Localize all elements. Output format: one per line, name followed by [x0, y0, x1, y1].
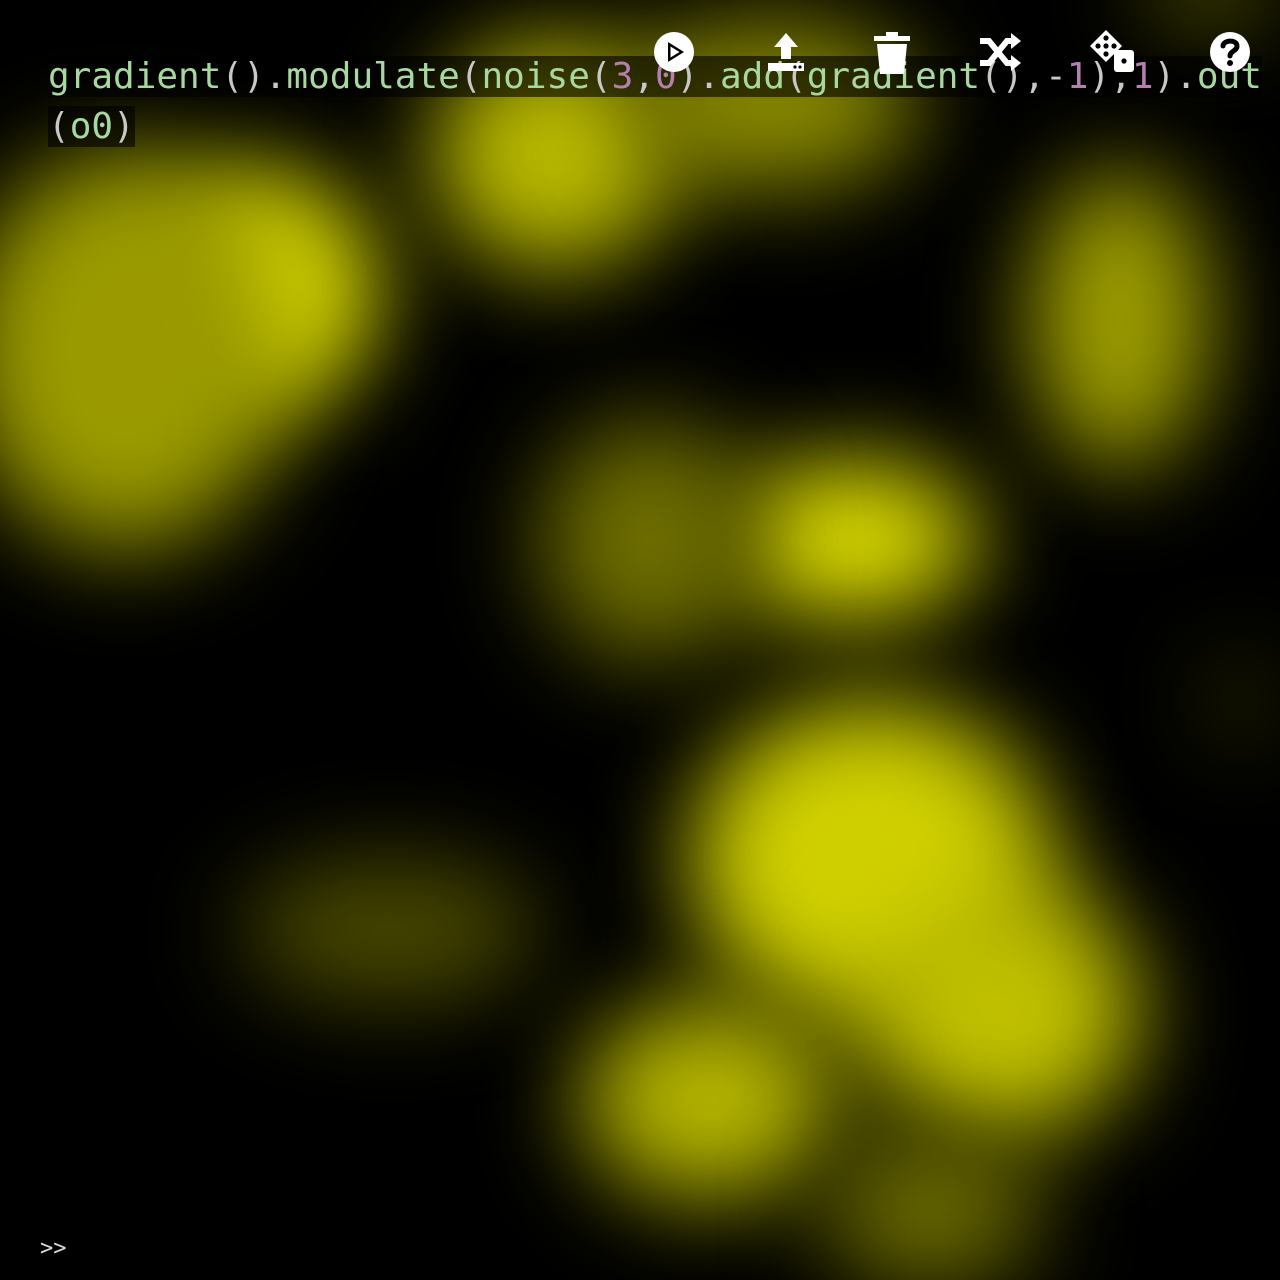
noise-blob: [1140, 0, 1280, 20]
random-button[interactable]: [1088, 28, 1136, 76]
noise-blob: [240, 860, 540, 1000]
upload-button[interactable]: [762, 28, 810, 76]
clear-button[interactable]: [868, 28, 916, 76]
play-circle-icon: [654, 32, 694, 72]
noise-blob: [820, 1130, 1040, 1280]
run-button[interactable]: [650, 28, 698, 76]
code-token: (: [459, 56, 482, 97]
code-token: ): [113, 106, 135, 147]
code-token: (: [48, 106, 70, 147]
code-token: noise: [481, 56, 590, 97]
code-token: ().: [221, 56, 287, 97]
dice-icon: [1090, 30, 1134, 72]
shuffle-button[interactable]: [976, 28, 1024, 76]
hydra-stage: gradient().modulate(noise(3,0).add(gradi…: [0, 0, 1280, 1280]
noise-blob: [860, 880, 1140, 1140]
noise-blob: [580, 1000, 840, 1200]
code-token: (: [589, 56, 612, 97]
console-prompt[interactable]: >>: [40, 1236, 67, 1261]
code-token: gradient: [48, 56, 222, 97]
shuffle-icon: [980, 33, 1021, 71]
code-token: o0: [69, 106, 114, 147]
noise-blob: [540, 420, 760, 660]
code-token: modulate: [286, 56, 460, 97]
output-canvas[interactable]: [0, 0, 1280, 1280]
code-token: 3: [611, 56, 634, 97]
question-circle-icon: [1210, 32, 1250, 72]
help-button[interactable]: [1206, 28, 1254, 76]
toolbar: [650, 28, 1260, 76]
noise-blob: [1030, 170, 1210, 470]
noise-blob: [1210, 660, 1270, 740]
trash-icon: [874, 32, 910, 74]
upload-icon: [768, 33, 804, 71]
